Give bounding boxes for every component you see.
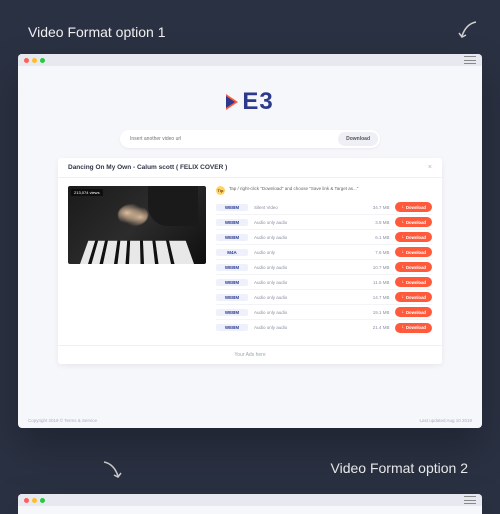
download-row-button[interactable]: Download <box>395 323 432 333</box>
format-desc: Audio only audio <box>254 325 353 330</box>
format-desc: Audio only audio <box>254 280 353 285</box>
download-row-button[interactable]: Download <box>395 217 432 227</box>
close-dot-icon[interactable] <box>24 498 29 503</box>
format-desc: Audio only audio <box>254 235 353 240</box>
format-desc: Audio only audio <box>254 220 353 225</box>
format-desc: Audio only audio <box>254 295 353 300</box>
minimize-dot-icon[interactable] <box>32 58 37 63</box>
tip-text: Tap / right-click "Download" and choose … <box>229 186 358 192</box>
format-size: 34.7 MB <box>359 205 389 210</box>
download-row-button[interactable]: Download <box>395 307 432 317</box>
download-row-button[interactable]: Download <box>395 262 432 272</box>
views-badge: 213,074 views <box>71 189 103 196</box>
format-row: WEBM Audio only audio 3.8 MB Download <box>216 215 432 230</box>
format-size: 6.1 MB <box>359 235 389 240</box>
search-bar: Download <box>120 130 380 148</box>
format-row: WEBM Audio only audio 6.1 MB Download <box>216 230 432 245</box>
format-tag: WEBM <box>216 279 248 286</box>
download-button[interactable]: Download <box>338 132 378 146</box>
format-tag: WEBM <box>216 294 248 301</box>
format-tag: WEBM <box>216 234 248 241</box>
format-row: WEBM Audio only audio 21.4 MB Download <box>216 320 432 335</box>
download-row-button[interactable]: Download <box>395 292 432 302</box>
format-size: 3.8 MB <box>359 220 389 225</box>
download-row-button[interactable]: Download <box>395 232 432 242</box>
footer-left: Copyright 2019 © Terms & Service <box>28 418 97 423</box>
format-tag: WEBM <box>216 309 248 316</box>
close-dot-icon[interactable] <box>24 58 29 63</box>
heading-option-1: Video Format option 1 <box>28 24 166 40</box>
format-list: Tip Tap / right-click "Download" and cho… <box>216 186 432 335</box>
logo: E3 <box>226 88 273 116</box>
url-input[interactable] <box>130 136 338 142</box>
format-tag: WEBM <box>216 219 248 226</box>
format-row: WEBM Audio only audio 19.1 MB Download <box>216 305 432 320</box>
maximize-dot-icon[interactable] <box>40 498 45 503</box>
arrow-down-left-icon <box>456 18 480 42</box>
footer-right: Last updated Aug 10 2019 <box>419 418 472 423</box>
close-icon[interactable]: × <box>428 164 432 171</box>
format-row: WEBM Silent Video 34.7 MB Download <box>216 200 432 215</box>
format-tag: M4A <box>216 249 248 256</box>
menu-icon[interactable] <box>464 56 476 64</box>
browser-window-option-2 <box>18 494 482 514</box>
format-tag: WEBM <box>216 204 248 211</box>
format-desc: Silent Video <box>254 205 353 210</box>
format-row: WEBM Audio only audio 10.7 MB Download <box>216 260 432 275</box>
video-thumbnail[interactable]: 213,074 views <box>68 186 206 335</box>
logo-text: E3 <box>242 88 273 116</box>
format-row: WEBM Audio only audio 14.7 MB Download <box>216 290 432 305</box>
format-tag: WEBM <box>216 324 248 331</box>
format-row: WEBM Audio only audio 11.5 MB Download <box>216 275 432 290</box>
format-size: 19.1 MB <box>359 310 389 315</box>
logo-mark-icon <box>226 94 238 110</box>
format-desc: Audio only <box>254 250 353 255</box>
heading-option-2: Video Format option 2 <box>331 460 469 476</box>
minimize-dot-icon[interactable] <box>32 498 37 503</box>
arrow-down-right-icon <box>100 458 124 482</box>
download-row-button[interactable]: Download <box>395 277 432 287</box>
download-row-button[interactable]: Download <box>395 202 432 212</box>
format-size: 11.5 MB <box>359 280 389 285</box>
browser-window-option-1: E3 Download Dancing On My Own - Calum sc… <box>18 54 482 428</box>
format-row: M4A Audio only 7.6 MB Download <box>216 245 432 260</box>
format-size: 14.7 MB <box>359 295 389 300</box>
video-title: Dancing On My Own - Calum scott ( FELIX … <box>68 164 227 171</box>
result-card: Dancing On My Own - Calum scott ( FELIX … <box>58 158 442 364</box>
footer: Copyright 2019 © Terms & Service Last up… <box>28 418 472 423</box>
format-size: 10.7 MB <box>359 265 389 270</box>
format-size: 21.4 MB <box>359 325 389 330</box>
menu-icon[interactable] <box>464 496 476 504</box>
tip-message: Tip Tap / right-click "Download" and cho… <box>216 186 432 195</box>
ad-placeholder: Your Ads here <box>58 345 442 364</box>
format-size: 7.6 MB <box>359 250 389 255</box>
format-tag: WEBM <box>216 264 248 271</box>
window-chrome <box>18 54 482 66</box>
format-desc: Audio only audio <box>254 265 353 270</box>
maximize-dot-icon[interactable] <box>40 58 45 63</box>
format-desc: Audio only audio <box>254 310 353 315</box>
download-row-button[interactable]: Download <box>395 247 432 257</box>
tip-badge-icon: Tip <box>216 186 225 195</box>
